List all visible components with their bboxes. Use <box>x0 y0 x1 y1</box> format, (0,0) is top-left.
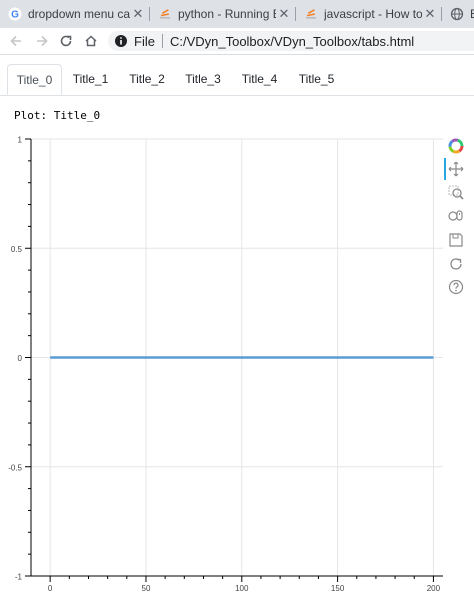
y-tick-label: -0.5 <box>8 463 22 472</box>
tab-title-0[interactable]: Title_0 <box>7 64 62 95</box>
tab-title-1[interactable]: Title_1 <box>62 64 119 95</box>
svg-text:G: G <box>11 10 19 21</box>
back-arrow-icon[interactable] <box>8 33 24 49</box>
tab-title-3[interactable]: Title_3 <box>175 64 231 95</box>
box-zoom-icon[interactable] <box>448 185 464 201</box>
browser-toolbar: File C:/VDyn_Toolbox/VDyn_Toolbox/tabs.h… <box>0 28 474 55</box>
x-tick-label: 200 <box>427 584 441 593</box>
close-icon[interactable]: ✕ <box>130 6 146 22</box>
y-tick-label: 0.5 <box>11 245 23 254</box>
page-tabs: Title_0 Title_1 Title_2 Title_3 Title_4 … <box>0 64 474 96</box>
globe-icon <box>450 7 464 21</box>
tab-title-5[interactable]: Title_5 <box>288 64 345 95</box>
tab-title-4[interactable]: Title_4 <box>231 64 288 95</box>
address-bar[interactable]: File C:/VDyn_Toolbox/VDyn_Toolbox/tabs.h… <box>108 31 474 51</box>
y-tick-label: 0 <box>18 354 23 363</box>
y-tick-label: -1 <box>15 573 23 582</box>
stackoverflow-icon <box>304 7 318 21</box>
browser-tab-strip: G dropdown menu callbac ✕ python - Runni… <box>0 0 474 28</box>
google-icon: G <box>8 7 22 21</box>
y-tick-label: 1 <box>18 136 23 145</box>
browser-tab-title: javascript - How to upd <box>324 7 422 21</box>
help-icon[interactable] <box>448 279 464 295</box>
active-tool-indicator <box>444 158 446 180</box>
address-url[interactable]: C:/VDyn_Toolbox/VDyn_Toolbox/tabs.html <box>170 34 414 49</box>
browser-tab-1[interactable]: G dropdown menu callbac ✕ <box>0 0 150 28</box>
x-tick-label: 150 <box>331 584 345 593</box>
forward-arrow-icon[interactable] <box>34 33 50 49</box>
plot-axes: -1 -0.5 0 0.5 1 0 50 100 150 200 <box>8 136 443 593</box>
wheel-zoom-icon[interactable] <box>448 207 464 223</box>
address-divider <box>161 34 163 48</box>
browser-tab-title: python - Running Boke <box>178 7 276 21</box>
reset-icon[interactable] <box>448 256 464 272</box>
info-icon[interactable] <box>114 34 128 48</box>
tab-title-2[interactable]: Title_2 <box>119 64 175 95</box>
x-tick-label: 100 <box>235 584 249 593</box>
browser-tab-title: Bo <box>470 7 474 21</box>
x-tick-label: 50 <box>142 584 151 593</box>
browser-tab-2[interactable]: python - Running Boke ✕ <box>150 0 296 28</box>
browser-tab-3[interactable]: javascript - How to upd ✕ <box>296 0 442 28</box>
plot-label: Plot: Title_0 <box>14 109 101 122</box>
plot-grid <box>31 138 443 577</box>
home-icon[interactable] <box>83 33 99 49</box>
pan-icon[interactable] <box>448 161 464 177</box>
save-icon[interactable] <box>448 232 464 248</box>
browser-tab-4[interactable]: Bo <box>442 0 474 28</box>
close-icon[interactable]: ✕ <box>276 6 292 22</box>
browser-tab-title: dropdown menu callbac <box>28 7 130 21</box>
x-tick-label: 0 <box>48 584 53 593</box>
scheme-label: File <box>134 33 155 49</box>
stackoverflow-icon <box>158 7 172 21</box>
close-icon[interactable]: ✕ <box>422 6 438 22</box>
reload-icon[interactable] <box>58 33 74 49</box>
bokeh-logo-icon[interactable] <box>448 138 464 154</box>
